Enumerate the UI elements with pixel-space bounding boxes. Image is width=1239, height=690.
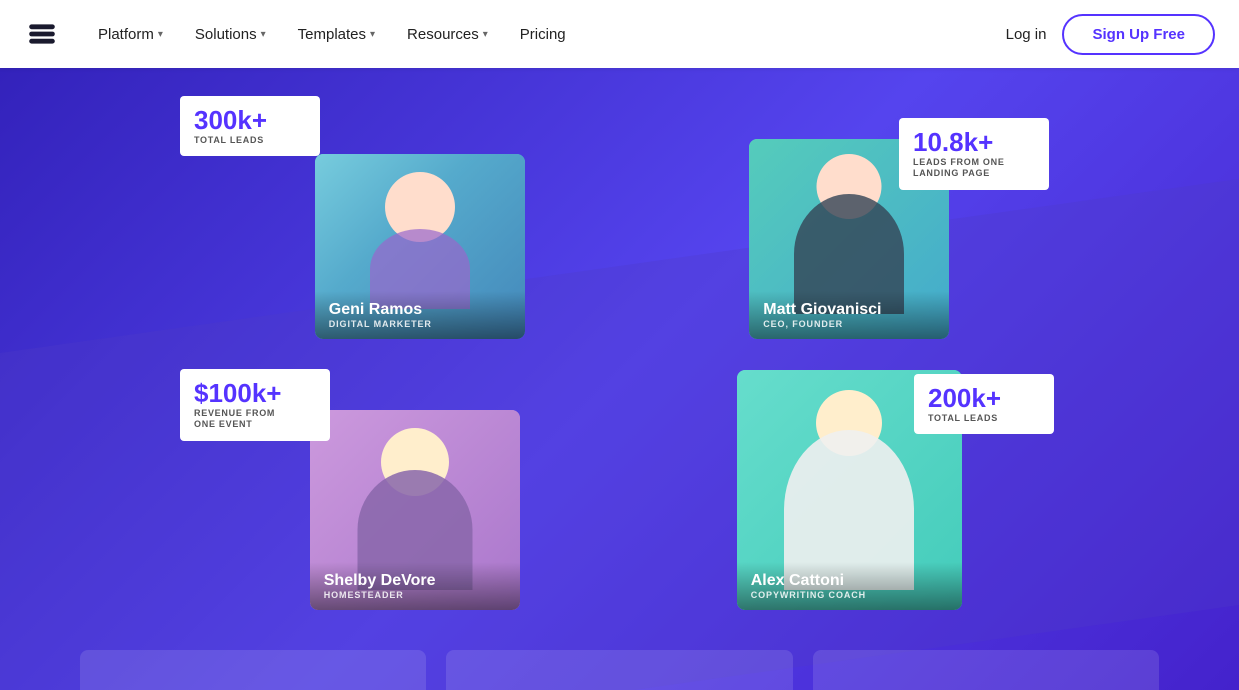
- nav-solutions-label: Solutions: [195, 26, 257, 43]
- stat-label-geni: TOTAL LEADS: [194, 135, 306, 147]
- signup-button[interactable]: Sign Up Free: [1062, 14, 1215, 55]
- bottom-card-3: [813, 650, 1159, 690]
- stat-label-alex: TOTAL LEADS: [928, 413, 1040, 425]
- bottom-card-1: [80, 650, 426, 690]
- card-alex: Alex Cattoni COPYWRITING COACH 200k+ TOT…: [630, 359, 1060, 610]
- card-geni: 300k+ TOTAL LEADS Geni Ramos DIGITAL MAR…: [180, 88, 610, 339]
- nav-item-templates[interactable]: Templates ▾: [284, 18, 389, 51]
- person-name-block-matt: Matt Giovanisci CEO, FOUNDER: [749, 291, 949, 339]
- person-name-matt: Matt Giovanisci: [763, 301, 935, 319]
- stat-number-alex: 200k+: [928, 384, 1040, 413]
- person-name-shelby: Shelby DeVore: [324, 572, 506, 590]
- chevron-down-icon: ▾: [483, 29, 488, 40]
- nav-resources-label: Resources: [407, 26, 479, 43]
- person-name-block-geni: Geni Ramos DIGITAL MARKETER: [315, 291, 525, 339]
- person-name-alex: Alex Cattoni: [751, 572, 948, 590]
- person-title-alex: COPYWRITING COACH: [751, 590, 948, 600]
- stat-label-matt: LEADS FROM ONE LANDING PAGE: [913, 157, 1035, 180]
- bottom-cards-bar: [0, 630, 1239, 690]
- person-name-geni: Geni Ramos: [329, 301, 511, 319]
- nav-right: Log in Sign Up Free: [1006, 14, 1215, 55]
- nav-item-platform[interactable]: Platform ▾: [84, 18, 177, 51]
- nav-item-solutions[interactable]: Solutions ▾: [181, 18, 280, 51]
- nav-templates-label: Templates: [298, 26, 366, 43]
- nav-item-pricing[interactable]: Pricing: [506, 18, 580, 51]
- nav-pricing-label: Pricing: [520, 26, 566, 43]
- chevron-down-icon: ▾: [370, 29, 375, 40]
- stat-badge-alex: 200k+ TOTAL LEADS: [914, 374, 1054, 434]
- bottom-card-2: [446, 650, 792, 690]
- chevron-down-icon: ▾: [261, 29, 266, 40]
- stat-badge-shelby: $100k+ REVENUE FROM ONE EVENT: [180, 369, 330, 441]
- card-shelby: $100k+ REVENUE FROM ONE EVENT Shelby DeV…: [180, 359, 610, 610]
- person-title-geni: DIGITAL MARKETER: [329, 319, 511, 329]
- navbar: Platform ▾ Solutions ▾ Templates ▾ Resou…: [0, 0, 1239, 68]
- person-title-shelby: HOMESTEADER: [324, 590, 506, 600]
- person-name-block-alex: Alex Cattoni COPYWRITING COACH: [737, 562, 962, 610]
- stat-badge-geni: 300k+ TOTAL LEADS: [180, 96, 320, 156]
- main-content: 300k+ TOTAL LEADS Geni Ramos DIGITAL MAR…: [0, 68, 1239, 690]
- nav-item-resources[interactable]: Resources ▾: [393, 18, 502, 51]
- person-name-block-shelby: Shelby DeVore HOMESTEADER: [310, 562, 520, 610]
- stat-number-shelby: $100k+: [194, 379, 316, 408]
- stat-label-shelby: REVENUE FROM ONE EVENT: [194, 408, 316, 431]
- chevron-down-icon: ▾: [158, 29, 163, 40]
- nav-platform-label: Platform: [98, 26, 154, 43]
- logo[interactable]: [24, 16, 60, 52]
- person-title-matt: CEO, FOUNDER: [763, 319, 935, 329]
- person-img-shelby: Shelby DeVore HOMESTEADER: [310, 410, 520, 610]
- person-img-geni: Geni Ramos DIGITAL MARKETER: [315, 154, 525, 339]
- testimonials-grid: 300k+ TOTAL LEADS Geni Ramos DIGITAL MAR…: [0, 68, 1239, 630]
- card-matt: Matt Giovanisci CEO, FOUNDER 10.8k+ LEAD…: [630, 88, 1060, 339]
- stat-number-matt: 10.8k+: [913, 128, 1035, 157]
- login-button[interactable]: Log in: [1006, 26, 1047, 43]
- stat-badge-matt: 10.8k+ LEADS FROM ONE LANDING PAGE: [899, 118, 1049, 190]
- stat-number-geni: 300k+: [194, 106, 306, 135]
- nav-links: Platform ▾ Solutions ▾ Templates ▾ Resou…: [84, 18, 1006, 51]
